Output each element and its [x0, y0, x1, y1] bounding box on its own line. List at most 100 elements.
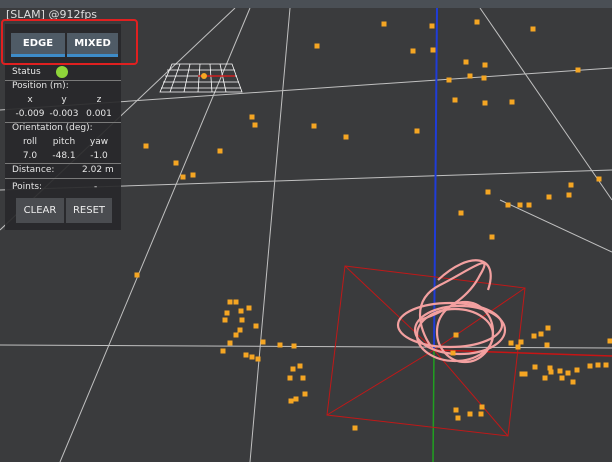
point-marker: [277, 342, 283, 348]
point-marker: [246, 305, 252, 311]
point-marker: [134, 272, 140, 278]
point-marker: [190, 172, 196, 178]
point-marker: [478, 411, 484, 417]
point-marker: [518, 339, 524, 345]
point-marker: [481, 75, 487, 81]
point-marker: [453, 407, 459, 413]
point-marker: [300, 375, 306, 381]
distance-value: 2.02: [82, 165, 103, 175]
point-marker: [180, 174, 186, 180]
reset-button[interactable]: RESET: [66, 198, 112, 223]
orientation-roll-value: 7.0: [22, 151, 38, 161]
point-marker: [287, 375, 293, 381]
point-marker: [452, 97, 458, 103]
mixed-mode-button[interactable]: MIXED: [67, 33, 118, 57]
point-marker: [463, 59, 469, 65]
status-indicator: [56, 66, 68, 78]
position-label: Position (m):: [12, 81, 69, 91]
point-marker: [587, 363, 593, 369]
point-marker: [450, 350, 456, 356]
point-marker: [530, 26, 536, 32]
point-marker: [595, 362, 601, 368]
point-marker: [603, 362, 609, 368]
orientation-yaw-header: yaw: [89, 137, 109, 147]
point-marker: [505, 202, 511, 208]
points-value: -: [94, 182, 98, 192]
point-marker: [508, 340, 514, 346]
point-marker: [297, 363, 303, 369]
distance-unit: m: [105, 165, 114, 175]
point-marker: [474, 19, 480, 25]
point-marker: [238, 308, 244, 314]
point-marker: [532, 364, 538, 370]
points-label: Points:: [12, 182, 43, 192]
y-axis: [432, 349, 435, 462]
point-marker: [566, 192, 572, 198]
point-marker: [239, 317, 245, 323]
point-marker: [548, 369, 554, 375]
point-marker: [233, 332, 239, 338]
point-marker: [143, 143, 149, 149]
point-marker: [253, 323, 259, 329]
point-marker: [455, 415, 461, 421]
clear-button[interactable]: CLEAR: [16, 198, 64, 223]
point-marker: [565, 370, 571, 376]
point-marker: [237, 327, 243, 333]
point-marker: [479, 404, 485, 410]
divider: [5, 178, 121, 179]
point-marker: [489, 234, 495, 240]
point-marker: [249, 114, 255, 120]
point-marker: [568, 182, 574, 188]
camera-frustum-icon: [159, 63, 243, 93]
point-marker: [570, 379, 576, 385]
window-titlebar: [0, 0, 612, 8]
orientation-pitch-header: pitch: [52, 137, 76, 147]
point-marker: [559, 375, 565, 381]
point-marker: [531, 333, 537, 339]
point-marker: [314, 43, 320, 49]
point-marker: [575, 67, 581, 73]
point-marker: [227, 299, 233, 305]
point-marker: [446, 77, 452, 83]
point-marker: [220, 348, 226, 354]
point-marker: [522, 371, 528, 377]
point-marker: [544, 342, 550, 348]
orientation-pitch-value: -48.1: [52, 151, 76, 161]
orientation-yaw-value: -1.0: [90, 151, 108, 161]
point-marker: [467, 73, 473, 79]
point-marker: [291, 343, 297, 349]
position-x-value: -0.009: [15, 109, 45, 119]
point-marker: [482, 100, 488, 106]
position-y-header: y: [61, 95, 67, 105]
edge-mode-button[interactable]: EDGE: [11, 33, 65, 57]
point-marker: [458, 210, 464, 216]
point-marker: [509, 99, 515, 105]
point-marker: [482, 62, 488, 68]
orientation-roll-header: roll: [22, 137, 37, 147]
point-marker: [255, 356, 261, 362]
point-marker: [233, 299, 239, 305]
point-marker: [453, 332, 459, 338]
point-marker: [517, 202, 523, 208]
position-z-header: z: [96, 95, 102, 105]
point-marker: [224, 310, 230, 316]
point-marker: [526, 202, 532, 208]
point-marker: [381, 21, 387, 27]
point-marker: [430, 47, 436, 53]
point-marker: [545, 325, 551, 331]
point-marker: [607, 338, 612, 344]
point-marker: [546, 194, 552, 200]
point-marker: [557, 368, 563, 374]
point-marker: [596, 176, 602, 182]
z-axis: [433, 7, 438, 351]
point-marker: [227, 340, 233, 346]
point-marker: [485, 189, 491, 195]
point-marker: [243, 352, 249, 358]
point-cloud: [134, 19, 612, 431]
point-marker: [290, 366, 296, 372]
point-marker: [515, 344, 521, 350]
point-marker: [538, 331, 544, 337]
point-marker: [260, 339, 266, 345]
point-marker: [222, 317, 228, 323]
point-marker: [542, 375, 548, 381]
